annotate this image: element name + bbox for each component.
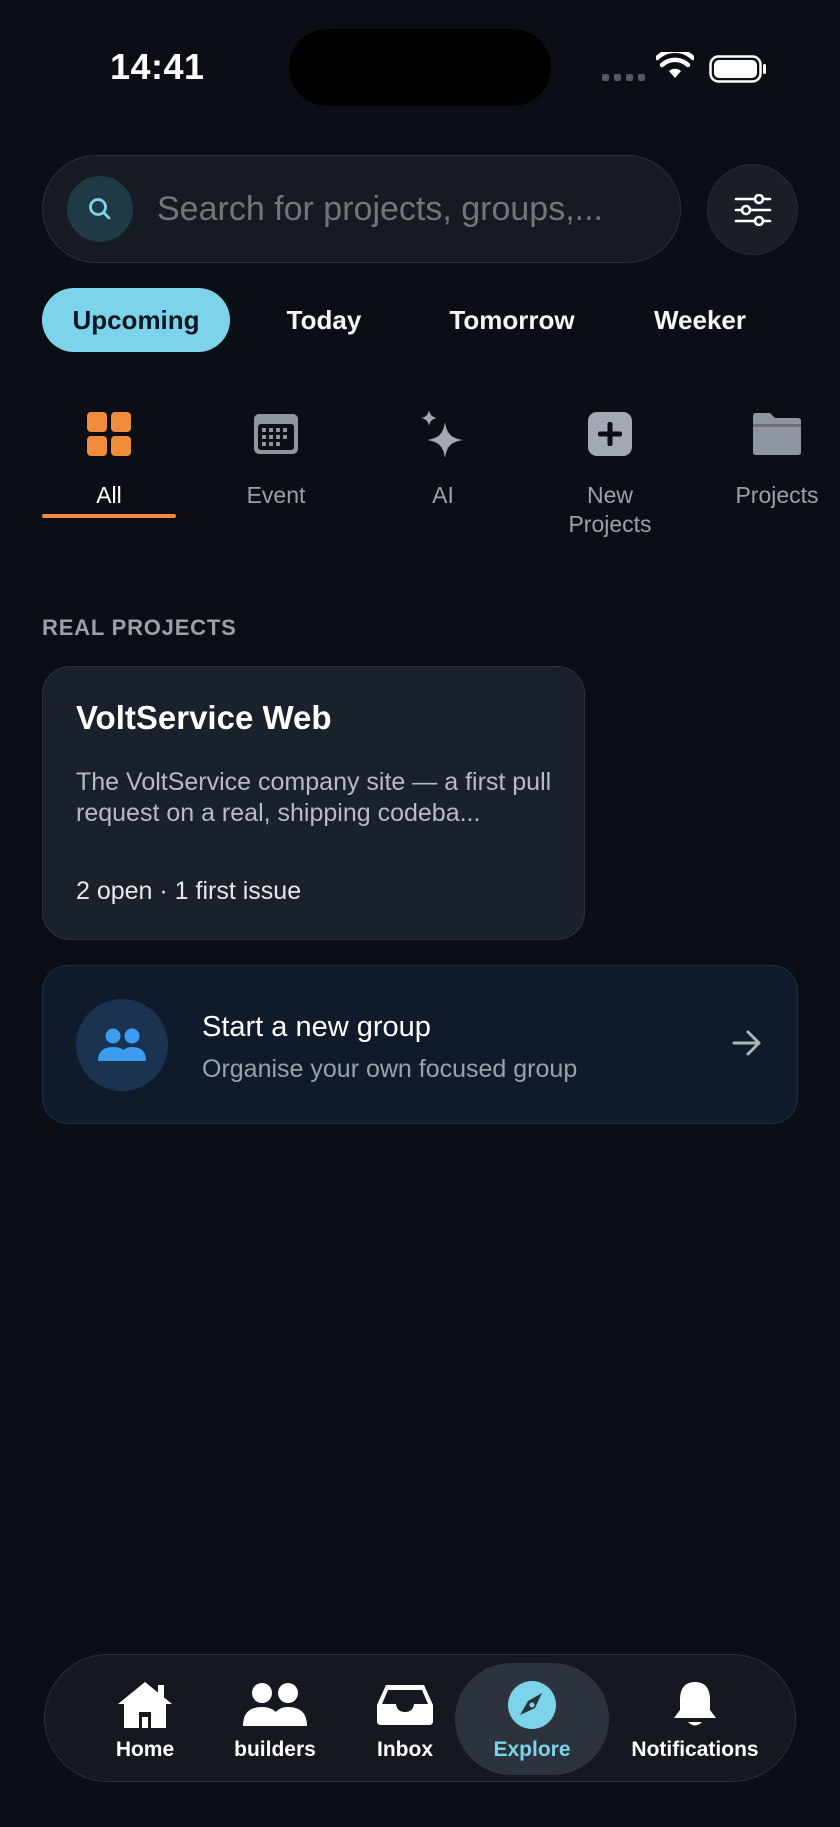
search-icon	[67, 176, 133, 242]
nav-label: Explore	[493, 1738, 571, 1761]
wifi-icon	[656, 52, 694, 78]
category-label: New Projects	[568, 482, 652, 537]
tab-tomorrow[interactable]: Tomorrow	[418, 288, 606, 352]
category-label: Projects	[735, 482, 819, 508]
category-event[interactable]: Event	[209, 405, 343, 510]
plus-square-icon	[543, 405, 677, 463]
category-projects[interactable]: Projects	[710, 405, 840, 510]
nav-label: Inbox	[377, 1738, 433, 1761]
group-cta-subtitle: Organise your own focused group	[202, 1055, 578, 1083]
tab-upcoming[interactable]: Upcoming	[42, 288, 230, 352]
group-cta-title: Start a new group	[202, 1011, 431, 1043]
compass-icon	[455, 1679, 609, 1731]
nav-home[interactable]: Home	[85, 1655, 205, 1783]
category-active-indicator	[42, 514, 176, 518]
status-time: 14:41	[110, 46, 205, 87]
nav-explore[interactable]: Explore	[455, 1663, 609, 1775]
nav-label: Notifications	[631, 1738, 759, 1761]
home-icon	[85, 1679, 205, 1731]
dynamic-island	[289, 29, 551, 106]
category-label: All	[96, 482, 122, 508]
project-description: The VoltService company site — a first p…	[76, 768, 552, 827]
nav-builders[interactable]: builders	[205, 1655, 345, 1783]
sparkles-icon	[376, 405, 510, 463]
section-title: REAL PROJECTS	[42, 615, 237, 640]
folder-icon	[710, 405, 840, 463]
nav-inbox[interactable]: Inbox	[345, 1655, 465, 1783]
battery-icon	[709, 55, 766, 83]
inbox-icon	[345, 1679, 465, 1731]
bell-icon	[607, 1679, 783, 1731]
category-label: AI	[432, 482, 454, 508]
cellular-signal-icon	[602, 74, 645, 81]
nav-label: builders	[234, 1738, 316, 1761]
project-meta: 2 open · 1 first issue	[76, 877, 302, 905]
nav-notifications[interactable]: Notifications	[607, 1655, 783, 1783]
bottom-nav: Home builders Inbox Explore Notification…	[44, 1654, 796, 1782]
project-card[interactable]: VoltService Web The VoltService company …	[42, 666, 585, 940]
category-label: Event	[246, 482, 306, 508]
nav-label: Home	[115, 1738, 175, 1761]
users-icon	[76, 999, 168, 1091]
sliders-icon	[734, 193, 771, 226]
time-filter-tabs: Upcoming Today Tomorrow Weeker	[42, 288, 794, 352]
arrow-right-icon	[732, 1030, 761, 1056]
category-ai[interactable]: AI	[376, 405, 510, 510]
category-new-projects[interactable]: New Projects	[543, 405, 677, 539]
start-group-card[interactable]: Start a new group Organise your own focu…	[42, 965, 798, 1124]
tab-today[interactable]: Today	[230, 288, 418, 352]
grid-icon	[42, 405, 176, 463]
tab-weeker[interactable]: Weeker	[606, 288, 794, 352]
users-icon	[205, 1679, 345, 1731]
project-title: VoltService Web	[76, 699, 332, 736]
category-all[interactable]: All	[42, 405, 176, 510]
search-bar[interactable]	[42, 155, 681, 263]
search-input[interactable]	[157, 189, 680, 229]
filter-button[interactable]	[707, 164, 798, 255]
calendar-icon	[209, 405, 343, 463]
